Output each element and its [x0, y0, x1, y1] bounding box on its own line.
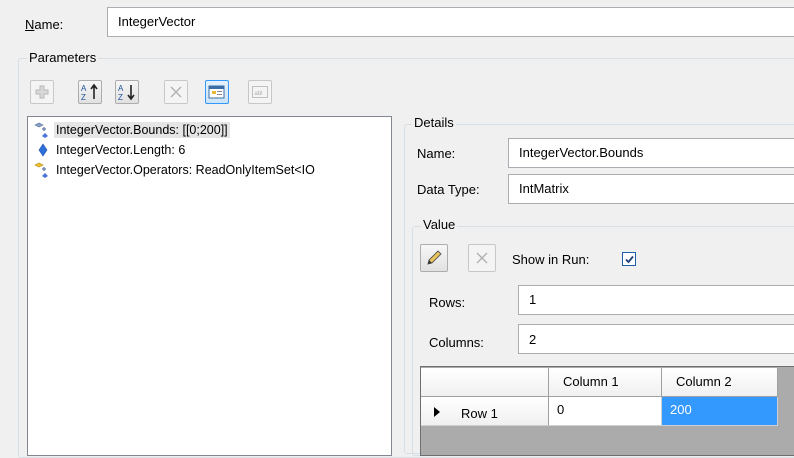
add-button[interactable] [30, 80, 54, 104]
sort-ascending-button[interactable]: A Z [78, 80, 102, 104]
columns-input[interactable]: 2 [518, 324, 794, 354]
show-in-run-checkbox[interactable] [622, 252, 636, 266]
grid-corner-header [421, 368, 549, 397]
grid-column-header-1[interactable]: Column 1 [549, 368, 662, 397]
sort-descending-icon: A Z [118, 84, 135, 101]
details-name-label: Name: [417, 146, 456, 161]
parameters-title: Parameters [27, 50, 99, 65]
grid-row-header[interactable]: Row 1 [421, 397, 549, 426]
svg-text:abl: abl [255, 91, 263, 97]
details-name-field: IntegerVector.Bounds [508, 138, 794, 168]
grid-cell-column-2[interactable]: 200 [662, 397, 778, 426]
checkmark-icon [624, 255, 634, 263]
svg-text:Z: Z [81, 93, 86, 101]
remove-button[interactable] [164, 80, 188, 104]
clear-value-button[interactable] [468, 244, 496, 272]
svg-text:A: A [81, 84, 87, 93]
edit-button[interactable] [420, 244, 448, 272]
name-label-rest: ame: [34, 17, 64, 32]
row-label: Row 1 [461, 406, 498, 421]
add-icon [35, 85, 49, 99]
svg-text:A: A [118, 84, 124, 93]
datatype-field: IntMatrix [508, 174, 794, 204]
properties-button[interactable] [205, 80, 229, 104]
text-button[interactable]: abl [248, 80, 272, 104]
name-input-value: IntegerVector [118, 14, 196, 29]
blue-gem-icon [38, 143, 48, 157]
name-label: Name: [25, 17, 63, 32]
value-parameter-icon [34, 122, 48, 138]
rows-value: 1 [529, 292, 537, 307]
list-item-label: IntegerVector.Bounds: [[0;200]] [54, 122, 230, 138]
properties-icon [208, 85, 225, 99]
columns-value: 2 [529, 332, 537, 347]
list-item-label: IntegerVector.Operators: ReadOnlyItemSet… [56, 163, 315, 177]
show-in-run-label: Show in Run: [512, 252, 590, 267]
datatype-label: Data Type: [417, 182, 480, 197]
list-item-label: IntegerVector.Length: 6 [56, 143, 186, 157]
current-row-arrow-icon [434, 407, 440, 417]
pencil-icon [427, 250, 442, 265]
columns-label: Columns: [429, 335, 484, 350]
list-item-operators[interactable]: IntegerVector.Operators: ReadOnlyItemSet… [34, 161, 317, 179]
rows-label: Rows: [429, 295, 466, 310]
operators-parameter-icon [34, 162, 48, 178]
grid-column-header-2[interactable]: Column 2 [662, 368, 778, 397]
value-title: Value [421, 217, 458, 232]
svg-text:Z: Z [118, 93, 123, 101]
name-label-mnemonic: N [25, 17, 35, 32]
list-item-length[interactable]: IntegerVector.Length: 6 [34, 141, 187, 159]
sort-ascending-icon: A Z [81, 83, 98, 101]
details-title: Details [412, 115, 456, 130]
sort-descending-button[interactable]: A Z [115, 80, 139, 104]
text-icon: abl [252, 86, 268, 98]
datatype-value: IntMatrix [519, 181, 569, 196]
name-input[interactable]: IntegerVector [107, 7, 794, 37]
grid-cell-column-1[interactable]: 0 [549, 397, 662, 426]
list-item-bounds[interactable]: IntegerVector.Bounds: [[0;200]] [34, 121, 230, 139]
remove-icon [476, 252, 488, 264]
remove-icon [170, 86, 182, 98]
details-name-value: IntegerVector.Bounds [519, 145, 644, 160]
rows-input[interactable]: 1 [518, 285, 794, 315]
